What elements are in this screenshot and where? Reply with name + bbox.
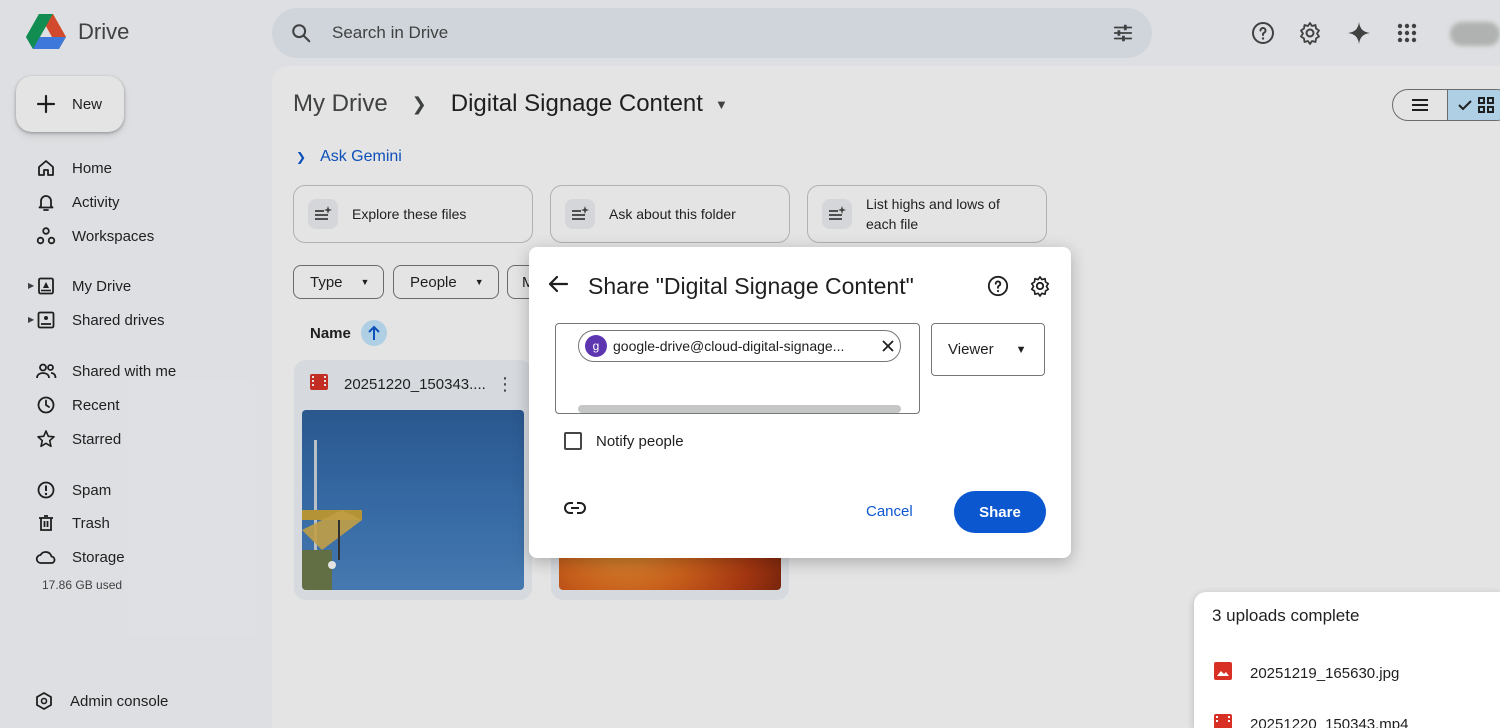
- recipient-avatar: g: [585, 335, 607, 357]
- back-arrow-icon[interactable]: [547, 273, 569, 300]
- uploads-panel: 3 uploads complete 20251219_165630.jpg 2…: [1194, 592, 1500, 728]
- share-button[interactable]: Share: [954, 491, 1046, 533]
- recipient-chip[interactable]: g google-drive@cloud-digital-signage...: [578, 330, 901, 362]
- horizontal-scrollbar[interactable]: [578, 405, 901, 413]
- upload-item[interactable]: 20251219_165630.jpg: [1214, 662, 1399, 684]
- share-dialog: Share "Digital Signage Content" g google…: [529, 247, 1071, 558]
- checkbox-box[interactable]: [564, 432, 582, 450]
- help-icon[interactable]: [987, 275, 1009, 302]
- remove-recipient-close-icon[interactable]: [876, 340, 900, 352]
- sharing-settings-gear-icon[interactable]: [1029, 275, 1051, 302]
- upload-file-name: 20251219_165630.jpg: [1250, 664, 1400, 682]
- copy-link-icon[interactable]: [564, 501, 586, 520]
- upload-file-name: 20251220_150343.mp4: [1250, 715, 1409, 728]
- upload-item[interactable]: 20251220_150343.mp4: [1214, 714, 1408, 728]
- dropdown-arrow-icon: ▼: [1015, 343, 1027, 356]
- share-dialog-title: Share "Digital Signage Content": [588, 273, 914, 299]
- role-select[interactable]: Viewer ▼: [931, 323, 1045, 376]
- video-file-icon: [1214, 714, 1232, 728]
- image-file-icon: [1214, 662, 1232, 684]
- recipient-email: google-drive@cloud-digital-signage...: [613, 338, 845, 354]
- cancel-button[interactable]: Cancel: [866, 503, 913, 520]
- notify-label: Notify people: [596, 432, 684, 450]
- recipient-input[interactable]: g google-drive@cloud-digital-signage...: [555, 323, 920, 414]
- role-value: Viewer: [948, 341, 994, 358]
- uploads-title: 3 uploads complete: [1212, 606, 1360, 625]
- notify-people-checkbox[interactable]: Notify people: [564, 432, 684, 450]
